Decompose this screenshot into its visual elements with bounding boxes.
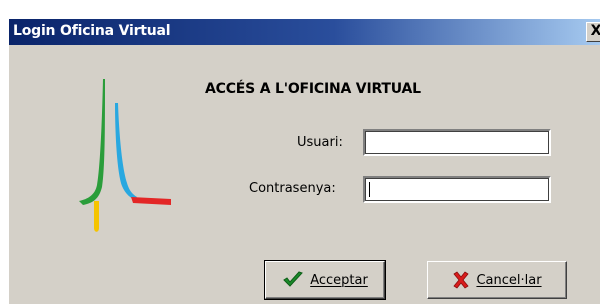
user-label: Usuari: — [297, 135, 343, 150]
close-button[interactable]: X — [586, 22, 600, 42]
password-field[interactable] — [363, 176, 551, 203]
form-heading: ACCÉS A L'OFICINA VIRTUAL — [205, 81, 421, 97]
accept-button[interactable]: Acceptar — [264, 260, 386, 300]
login-dialog: Login Oficina Virtual X ACCÉS A L'OFICIN… — [8, 18, 600, 304]
checkmark-icon — [282, 271, 304, 289]
window-title: Login Oficina Virtual — [13, 23, 171, 39]
cancel-button[interactable]: Cancel·lar — [427, 261, 567, 299]
cancel-label: Cancel·lar — [476, 272, 542, 288]
title-bar[interactable]: Login Oficina Virtual X — [9, 19, 600, 45]
password-label: Contrasenya: — [249, 181, 336, 196]
text-caret — [369, 182, 370, 197]
close-icon: X — [590, 23, 600, 39]
red-x-icon — [452, 271, 470, 289]
peak-logo-icon — [75, 73, 185, 267]
accept-label: Acceptar — [310, 272, 368, 288]
user-field[interactable] — [363, 129, 551, 156]
